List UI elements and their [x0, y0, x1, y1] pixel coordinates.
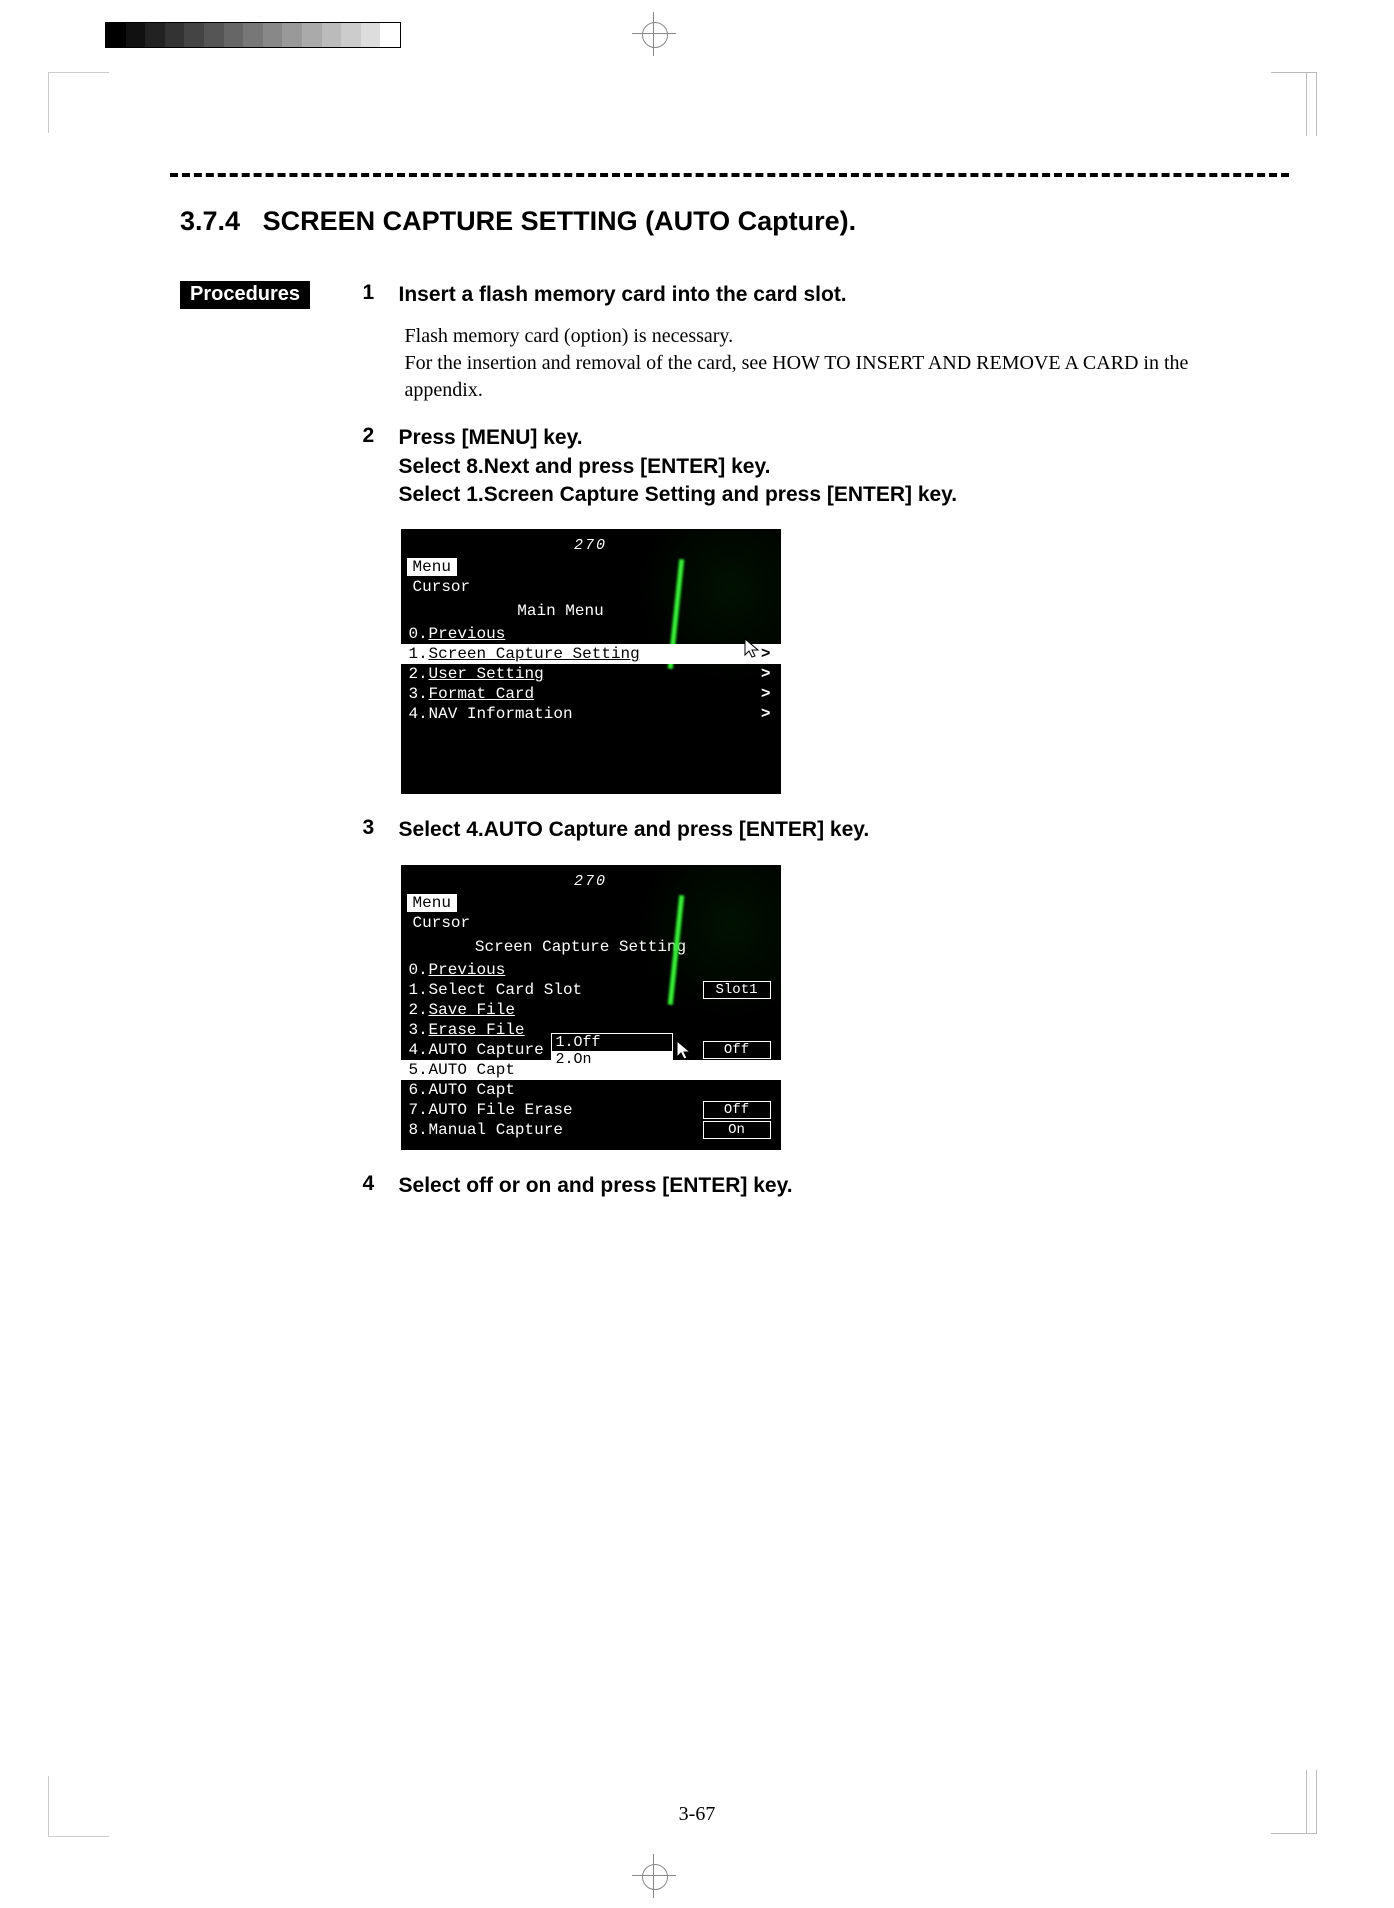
- heading-indicator: 270: [401, 537, 781, 554]
- screenshot-screen-capture-setting: 270 Menu Cursor Screen Capture Setting 0…: [401, 865, 781, 1150]
- step-number: 3: [363, 816, 375, 840]
- procedure-steps: 1 Insert a flash memory card into the ca…: [363, 281, 1193, 1220]
- step-heading: Press [MENU] key. Select 8.Next and pres…: [399, 424, 1193, 509]
- value-box: On: [703, 1121, 771, 1139]
- step-heading: Insert a flash memory card into the card…: [399, 281, 1193, 309]
- value-box: Off: [703, 1041, 771, 1059]
- step-number: 1: [363, 281, 375, 305]
- step-body-line: Flash memory card (option) is necessary.: [405, 323, 1193, 350]
- step-head-line: Select 8.Next and press [ENTER] key.: [399, 453, 1193, 481]
- menu-item-previous[interactable]: 0. Previous: [401, 960, 781, 980]
- step-head-line: Press [MENU] key.: [399, 424, 1193, 452]
- step-heading: Select off or on and press [ENTER] key.: [399, 1172, 1193, 1200]
- menu-button[interactable]: Menu: [407, 894, 457, 912]
- menu-title: Main Menu: [401, 602, 781, 620]
- step-number: 4: [363, 1172, 375, 1196]
- menu-item-user-setting[interactable]: 2. User Setting >: [401, 664, 781, 684]
- step-number: 2: [363, 424, 375, 448]
- menu-button[interactable]: Menu: [407, 558, 457, 576]
- menu-item-screen-capture-setting[interactable]: 1. Screen Capture Setting >: [401, 644, 781, 664]
- step-1: 1 Insert a flash memory card into the ca…: [363, 281, 1193, 404]
- menu-item-previous[interactable]: 0. Previous: [401, 624, 781, 644]
- page-number: 3-67: [0, 1803, 1394, 1826]
- chevron-right-icon: >: [761, 705, 771, 723]
- crop-mark-tr-icon: [1271, 72, 1317, 136]
- step-heading: Select 4.AUTO Capture and press [ENTER] …: [399, 816, 1193, 844]
- menu-item-save-file[interactable]: 2. Save File: [401, 1000, 781, 1020]
- menu-title: Screen Capture Setting: [401, 938, 781, 956]
- off-on-popup[interactable]: 1. Off 2. On: [551, 1033, 673, 1069]
- chevron-right-icon: >: [761, 645, 771, 663]
- step-4: 4 Select off or on and press [ENTER] key…: [363, 1172, 1193, 1200]
- heading-indicator: 270: [401, 873, 781, 890]
- popup-option-off[interactable]: 1. Off: [552, 1034, 672, 1051]
- step-body: Flash memory card (option) is necessary.…: [405, 323, 1193, 404]
- menu-item-auto-capt-6[interactable]: 6. AUTO Capt: [401, 1080, 781, 1100]
- menu-item-format-card[interactable]: 3. Format Card >: [401, 684, 781, 704]
- section-title: 3.7.4 SCREEN CAPTURE SETTING (AUTO Captu…: [180, 206, 1279, 237]
- value-box: Slot1: [703, 981, 771, 999]
- menu-item-auto-file-erase[interactable]: 7. AUTO File Erase Off: [401, 1100, 781, 1120]
- cursor-label: Cursor: [407, 578, 781, 596]
- registration-mark-top-icon: [632, 12, 676, 56]
- section-heading: SCREEN CAPTURE SETTING (AUTO Capture).: [263, 206, 857, 236]
- step-2: 2 Press [MENU] key. Select 8.Next and pr…: [363, 424, 1193, 509]
- step-body-line: For the insertion and removal of the car…: [405, 350, 1193, 404]
- section-divider: [170, 173, 1289, 177]
- procedures-badge: Procedures: [180, 281, 310, 309]
- chevron-right-icon: >: [761, 665, 771, 683]
- popup-option-on[interactable]: 2. On: [552, 1051, 672, 1068]
- chevron-right-icon: >: [761, 685, 771, 703]
- section-number: 3.7.4: [180, 206, 240, 236]
- crop-mark-tl-icon: [48, 72, 109, 133]
- step-3: 3 Select 4.AUTO Capture and press [ENTER…: [363, 816, 1193, 844]
- page-content: 3.7.4 SCREEN CAPTURE SETTING (AUTO Captu…: [180, 206, 1279, 1220]
- menu-item-nav-information[interactable]: 4. NAV Information >: [401, 704, 781, 724]
- cursor-label: Cursor: [407, 914, 781, 932]
- step-head-line: Select 1.Screen Capture Setting and pres…: [399, 481, 1193, 509]
- registration-mark-bottom-icon: [632, 1854, 676, 1898]
- menu-item-manual-capture[interactable]: 8. Manual Capture On: [401, 1120, 781, 1140]
- menu-item-select-card-slot[interactable]: 1. Select Card Slot Slot1: [401, 980, 781, 1000]
- screenshot-main-menu: 270 Menu Cursor Main Menu 0. Previous 1.…: [401, 529, 781, 794]
- value-box: Off: [703, 1101, 771, 1119]
- grayscale-calibration-bar: [105, 22, 401, 48]
